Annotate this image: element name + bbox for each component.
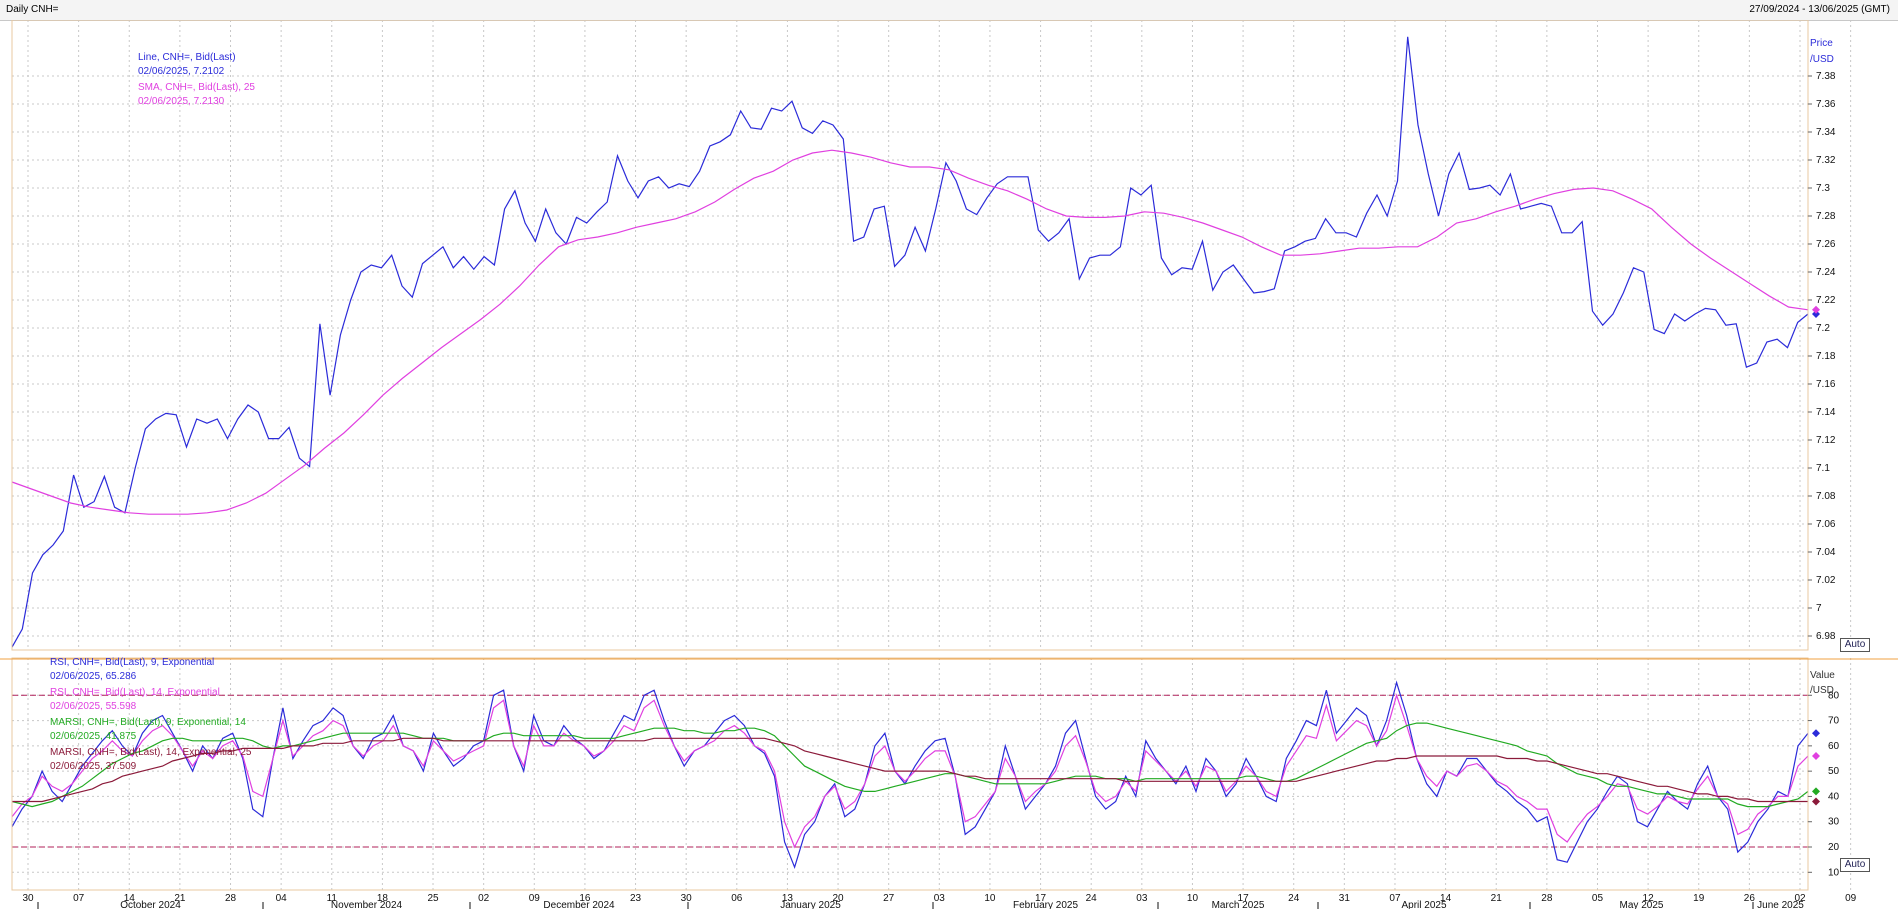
x-month-label: April 2025 xyxy=(1401,900,1446,909)
legend-label: Line, CNH=, Bid(Last) xyxy=(138,52,236,63)
x-day-tick-label: 19 xyxy=(1693,893,1705,904)
x-day-tick-label: 30 xyxy=(681,893,693,904)
x-day-tick-label: 30 xyxy=(22,893,34,904)
rsi-tick-label: 60 xyxy=(1828,741,1840,752)
x-day-tick-label: 02 xyxy=(478,893,490,904)
rsi-tick-label: 30 xyxy=(1828,817,1840,828)
price-legend: Line, CNH=, Bid(Last) 02/06/2025, 7.2102 S… xyxy=(138,52,255,107)
price-series-1 xyxy=(11,149,1809,515)
rsi-axis-unit: /USD xyxy=(1810,685,1834,696)
x-month-label: January 2025 xyxy=(780,900,841,909)
x-month-label: December 2024 xyxy=(543,900,615,909)
x-day-tick-label: 03 xyxy=(1136,893,1148,904)
price-tick-label: 7.34 xyxy=(1816,127,1836,138)
x-day-tick-label: 10 xyxy=(984,893,996,904)
x-month-label: November 2024 xyxy=(331,900,403,909)
price-axis-ticks: 6.98 7 7.02 7.04 7.06 7.08 7.1 7.12 7.14 7.16 7.18… xyxy=(1808,71,1836,642)
x-day-tick-label: 10 xyxy=(1187,893,1199,904)
legend-value: 02/06/2025, 7.2102 xyxy=(138,66,225,77)
price-tick-label: 7.36 xyxy=(1816,99,1836,110)
x-day-tick-label: 26 xyxy=(1744,893,1756,904)
legend-label: RSI, CNH=, Bid(Last), 14, Exponential xyxy=(50,687,220,698)
rsi-marker-2 xyxy=(1812,787,1820,796)
rsi-tick-label: 50 xyxy=(1828,766,1840,777)
x-month-label: October 2024 xyxy=(120,900,181,909)
x-day-tick-label: 31 xyxy=(1339,893,1351,904)
x-day-tick-label: 05 xyxy=(1592,893,1604,904)
rsi-axis-ticks: 1020304050607080 xyxy=(1808,690,1840,878)
price-tick-label: 7.16 xyxy=(1816,379,1836,390)
chart-canvas[interactable]: 6.98 7 7.02 7.04 7.06 7.08 7.1 7.12 7.14 7.16 7.18… xyxy=(0,20,1898,909)
rsi-tick-label: 70 xyxy=(1828,716,1840,727)
price-tick-label: 7.22 xyxy=(1816,295,1836,306)
x-day-tick-label: 07 xyxy=(1389,893,1401,904)
x-day-tick-label: 28 xyxy=(1541,893,1553,904)
price-tick-label: 7.28 xyxy=(1816,211,1836,222)
price-tick-label: 7.24 xyxy=(1816,267,1836,278)
x-month-label: June 2025 xyxy=(1757,900,1804,909)
legend-value: 02/06/2025, 41.875 xyxy=(50,731,137,742)
price-tick-label: 7.18 xyxy=(1816,351,1836,362)
x-day-tick-label: 28 xyxy=(225,893,237,904)
legend-label: SMA, CNH=, Bid(Last), 25 xyxy=(138,82,255,93)
x-day-tick-label: 03 xyxy=(934,893,946,904)
price-tick-label: 7.04 xyxy=(1816,547,1836,558)
x-day-tick-label: 25 xyxy=(427,893,439,904)
x-month-label: February 2025 xyxy=(1013,900,1078,909)
rsi-axis-title: Value xyxy=(1810,670,1835,681)
price-tick-label: 7.02 xyxy=(1816,575,1836,586)
x-day-tick-label: 24 xyxy=(1288,893,1300,904)
price-axis-title: Price xyxy=(1810,38,1833,49)
rsi-auto-scale-button[interactable]: Auto xyxy=(1840,858,1870,872)
x-day-tick-label: 04 xyxy=(276,893,288,904)
price-marker-1 xyxy=(1812,305,1820,314)
x-month-label: May 2025 xyxy=(1620,900,1664,909)
price-gridlines xyxy=(12,20,1852,650)
rsi-marker-0 xyxy=(1812,729,1820,738)
date-range: 27/09/2024 - 13/06/2025 (GMT) xyxy=(1749,4,1890,15)
x-day-tick-label: 06 xyxy=(731,893,743,904)
price-tick-label: 7.08 xyxy=(1816,491,1836,502)
x-day-tick-label: 27 xyxy=(883,893,895,904)
rsi-legend: RSI, CNH=, Bid(Last), 9, Exponential 02/0… xyxy=(50,657,252,772)
rsi-tick-label: 40 xyxy=(1828,791,1840,802)
price-tick-label: 7.3 xyxy=(1816,183,1830,194)
legend-value: 02/06/2025, 37.509 xyxy=(50,761,137,772)
price-auto-scale-button[interactable]: Auto xyxy=(1840,638,1870,652)
x-day-tick-label: 09 xyxy=(1845,893,1857,904)
rsi-marker-1 xyxy=(1812,751,1820,760)
rsi-tick-label: 20 xyxy=(1828,842,1840,853)
price-tick-label: 7.32 xyxy=(1816,155,1836,166)
price-tick-label: 7.2 xyxy=(1816,323,1830,334)
x-day-tick-label: 09 xyxy=(529,893,541,904)
rsi-gridlines xyxy=(12,658,1852,890)
rsi-tick-label: 10 xyxy=(1828,867,1840,878)
x-month-label: March 2025 xyxy=(1212,900,1265,909)
price-tick-label: 7.06 xyxy=(1816,519,1836,530)
x-day-tick-label: 07 xyxy=(73,893,85,904)
price-tick-label: 6.98 xyxy=(1816,631,1836,642)
rsi-marker-3 xyxy=(1812,797,1820,806)
legend-value: 02/06/2025, 7.2130 xyxy=(138,96,225,107)
chart-title-bar: Daily CNH= 27/09/2024 - 13/06/2025 (GMT) xyxy=(0,0,1898,21)
price-tick-label: 7.26 xyxy=(1816,239,1836,250)
price-axis-unit: /USD xyxy=(1810,54,1834,65)
price-tick-label: 7.1 xyxy=(1816,463,1830,474)
price-tick-label: 7.38 xyxy=(1816,71,1836,82)
legend-label: MARSI, CNH=, Bid(Last), 9, Exponential, … xyxy=(50,717,246,728)
x-day-tick-label: 21 xyxy=(1491,893,1503,904)
legend-value: 02/06/2025, 65.286 xyxy=(50,671,137,682)
x-axis: 30 07 14 21 28 04 11 18 25 02 09 16 23 30 06 13 20 27 03 10… xyxy=(22,893,1857,909)
legend-label: MARSI, CNH=, Bid(Last), 14, Exponential,… xyxy=(50,747,252,758)
x-day-tick-label: 24 xyxy=(1086,893,1098,904)
price-tick-label: 7.12 xyxy=(1816,435,1836,446)
price-tick-label: 7 xyxy=(1816,603,1822,614)
chart-title: Daily CNH= xyxy=(6,4,59,15)
legend-label: RSI, CNH=, Bid(Last), 9, Exponential xyxy=(50,657,214,668)
x-day-tick-label: 23 xyxy=(630,893,642,904)
price-tick-label: 7.14 xyxy=(1816,407,1836,418)
legend-value: 02/06/2025, 55.598 xyxy=(50,701,137,712)
